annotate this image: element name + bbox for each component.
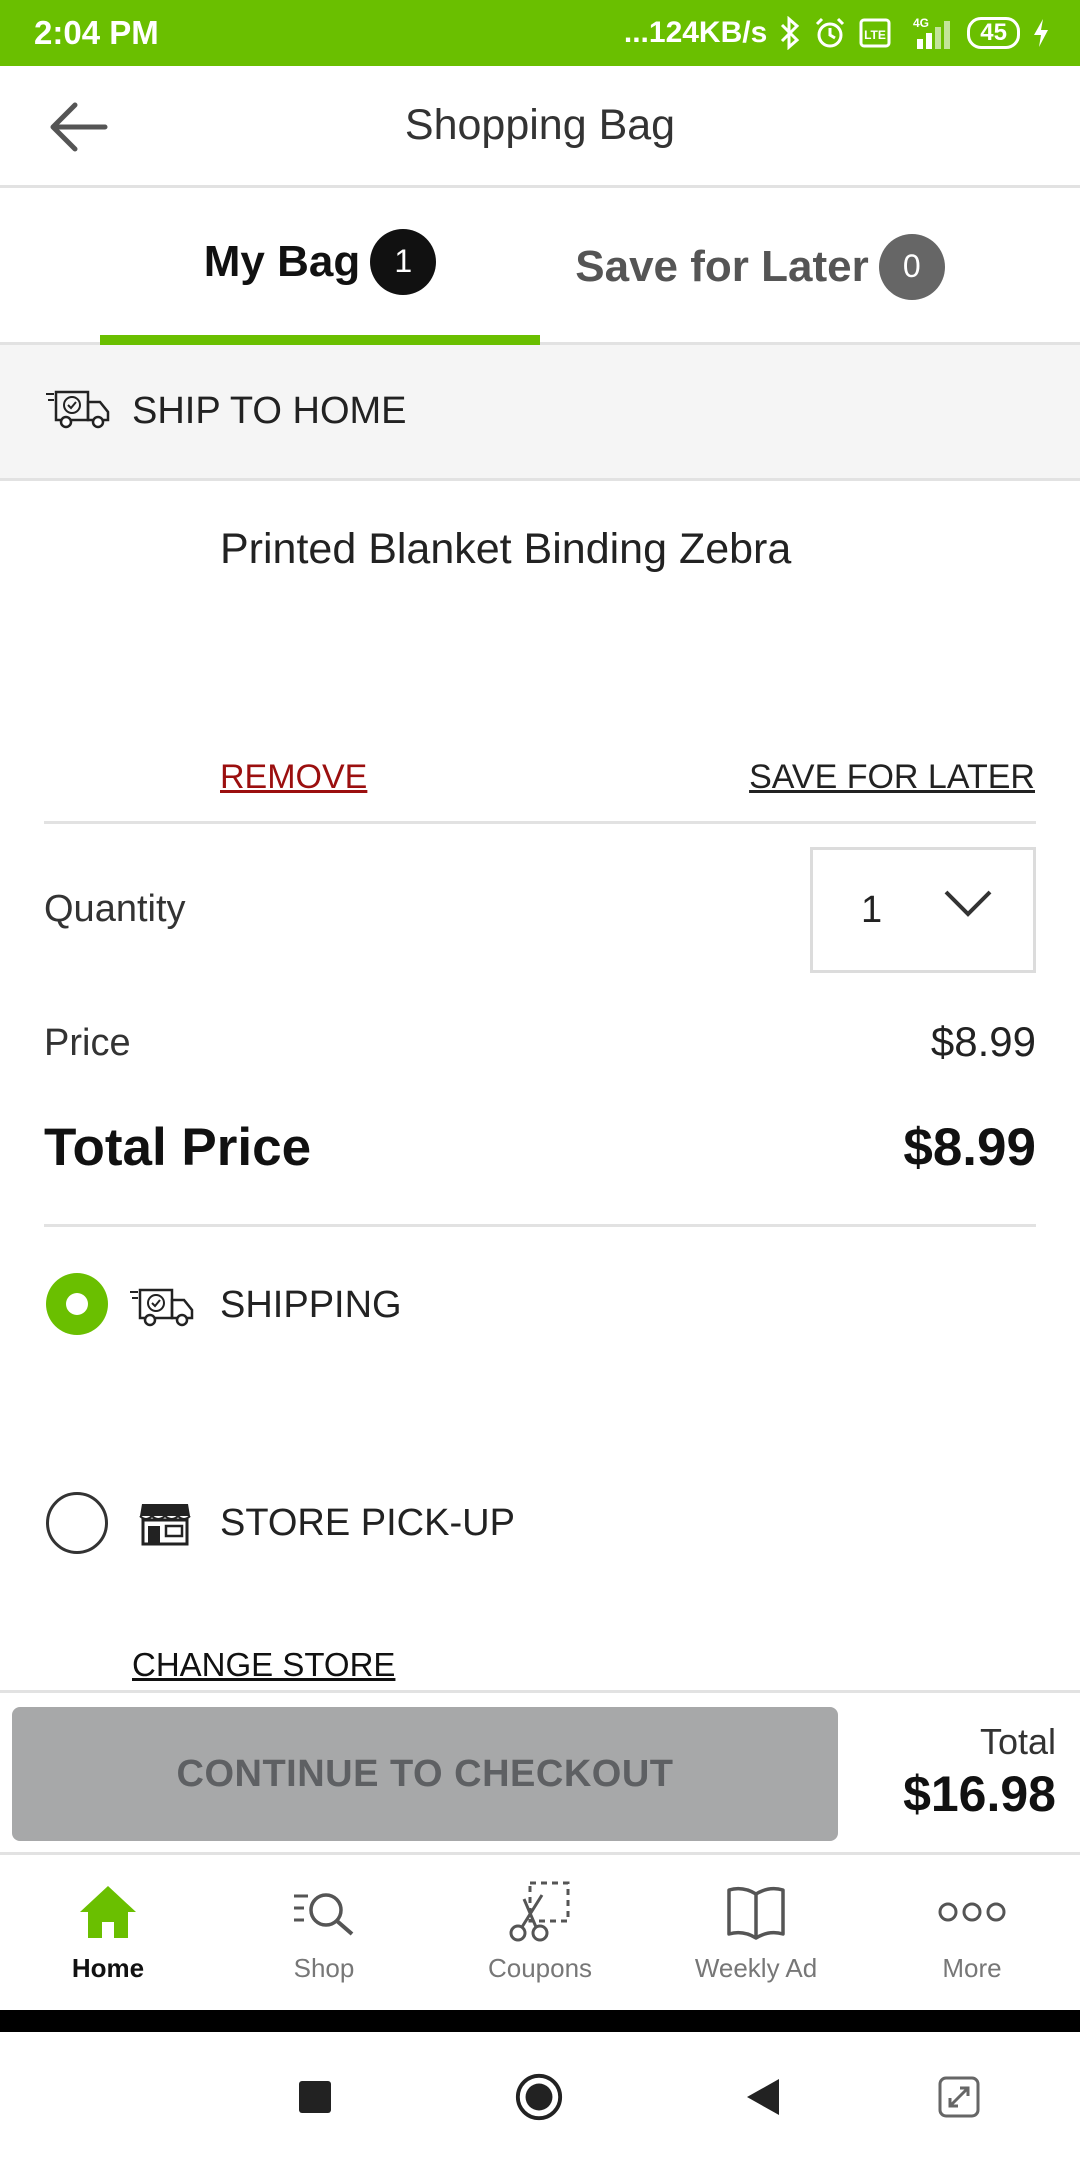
tab-my-bag[interactable]: My Bag 1: [100, 188, 540, 345]
system-navigation-bar: [0, 2032, 1080, 2160]
book-icon: [725, 1879, 787, 1945]
save-for-later-button[interactable]: SAVE FOR LATER: [749, 758, 1035, 797]
total-price-value: $8.99: [903, 1118, 1036, 1177]
delivery-truck-icon: [128, 1286, 196, 1333]
nav-label: Weekly Ad: [694, 1953, 818, 1983]
checkout-bar: CONTINUE TO CHECKOUT Total $16.98: [0, 1690, 1080, 1852]
home-icon: [76, 1879, 140, 1945]
bag-tabs: My Bag 1 Save for Later 0: [0, 188, 1080, 345]
bottom-navigation: Home Shop Coupons Weekly Ad More: [0, 1852, 1080, 2010]
arrow-left-icon: [50, 102, 108, 152]
recent-apps-button[interactable]: [290, 2072, 340, 2122]
tab-label: Save for Later: [575, 241, 869, 291]
shipping-radio[interactable]: [46, 1273, 108, 1335]
coupon-scissors-icon: [506, 1879, 574, 1945]
quantity-value: 1: [861, 888, 883, 931]
screen-divider: [0, 2010, 1080, 2032]
battery-indicator: 45: [967, 17, 1020, 49]
search-list-icon: [290, 1879, 358, 1945]
store-pickup-label[interactable]: STORE PICK-UP: [220, 1502, 515, 1545]
product-name[interactable]: Printed Blanket Binding Zebra: [220, 525, 791, 574]
expand-screen-button[interactable]: [934, 2072, 984, 2122]
status-bar: 2:04 PM ...124KB/s LTE 4G 45: [0, 0, 1080, 66]
alarm-icon: [813, 16, 847, 50]
divider: [44, 1224, 1036, 1227]
order-total-label: Total: [979, 1721, 1056, 1762]
price-label: Price: [44, 1022, 131, 1064]
tab-label: My Bag: [203, 236, 361, 286]
triangle-back-icon: [747, 2079, 779, 2115]
nav-item-more[interactable]: More: [864, 1855, 1080, 2010]
nav-item-shop[interactable]: Shop: [216, 1855, 432, 2010]
delivery-truck-icon: [44, 388, 112, 435]
divider: [44, 821, 1036, 824]
square-icon: [299, 2081, 331, 2113]
nav-item-home[interactable]: Home: [0, 1855, 216, 2010]
shipping-label[interactable]: SHIPPING: [220, 1284, 402, 1327]
page-title: Shopping Bag: [404, 101, 676, 149]
bluetooth-icon: [779, 16, 801, 50]
nav-label: Home: [71, 1953, 145, 1983]
tab-count-badge: 0: [878, 233, 945, 300]
nav-item-weekly-ad[interactable]: Weekly Ad: [648, 1855, 864, 2010]
status-icons: ...124KB/s LTE 4G 45: [624, 15, 1050, 51]
nav-label: Shop: [293, 1953, 355, 1983]
expand-icon: [938, 2076, 980, 2118]
back-system-button[interactable]: [738, 2072, 788, 2122]
total-price-label: Total Price: [44, 1118, 312, 1177]
store-icon: [138, 1500, 192, 1551]
signal-icon: 4G: [903, 15, 955, 51]
back-button[interactable]: [38, 92, 118, 162]
svg-text:4G: 4G: [913, 16, 929, 30]
network-speed: ...124KB/s: [623, 16, 768, 49]
svg-text:LTE: LTE: [864, 28, 886, 42]
tab-count-badge: 1: [370, 228, 437, 295]
store-pickup-radio[interactable]: [46, 1492, 108, 1554]
change-store-link[interactable]: CHANGE STORE: [132, 1646, 395, 1684]
status-time: 2:04 PM: [34, 14, 159, 51]
home-system-button[interactable]: [514, 2072, 564, 2122]
quantity-label: Quantity: [44, 888, 186, 930]
ship-to-home-label: SHIP TO HOME: [132, 390, 407, 432]
continue-to-checkout-button[interactable]: CONTINUE TO CHECKOUT: [12, 1707, 838, 1841]
order-total-value: $16.98: [903, 1766, 1056, 1822]
tab-save-for-later[interactable]: Save for Later 0: [540, 188, 980, 345]
volte-icon: LTE: [859, 18, 891, 48]
nav-label: More: [942, 1953, 1002, 1983]
top-app-bar: Shopping Bag: [0, 66, 1080, 188]
nav-label: Coupons: [487, 1953, 593, 1983]
nav-item-coupons[interactable]: Coupons: [432, 1855, 648, 2010]
more-dots-icon: [938, 1879, 1006, 1945]
price-value: $8.99: [930, 1018, 1036, 1065]
ship-to-home-header: SHIP TO HOME: [0, 345, 1080, 481]
circle-icon: [515, 2073, 563, 2121]
charging-icon: [1032, 17, 1050, 49]
remove-button[interactable]: REMOVE: [220, 758, 367, 797]
chevron-down-icon: [944, 890, 992, 917]
quantity-dropdown[interactable]: 1: [810, 847, 1036, 973]
